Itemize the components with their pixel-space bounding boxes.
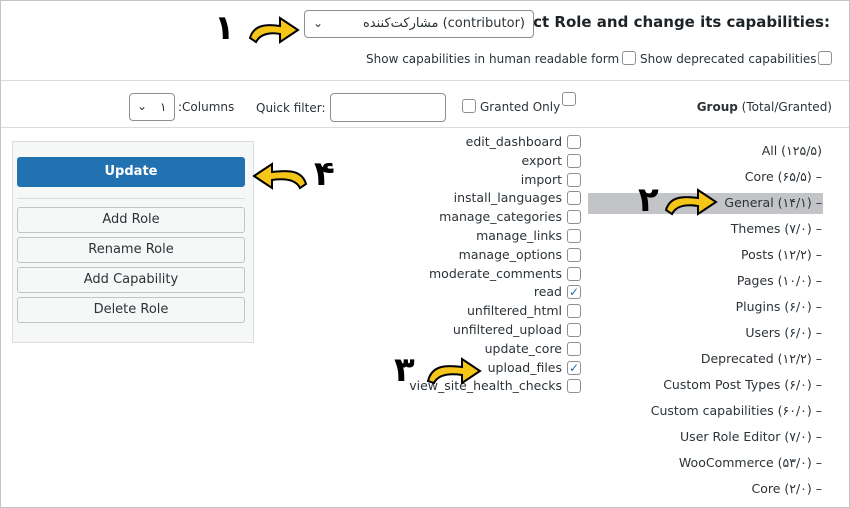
delete-role-button[interactable]: Delete Role [17,297,245,323]
arrow-icon [426,357,482,385]
capability-label: upload_files [487,359,562,375]
capability-checkbox[interactable] [567,229,581,243]
capability-checkbox[interactable] [567,172,581,187]
group-label-bold: Group [696,100,738,114]
capability-checkbox[interactable] [567,304,581,319]
add-capability-button[interactable]: Add Capability [17,267,245,293]
capability-checkbox[interactable] [567,379,581,394]
rename-role-button[interactable]: Rename Role [17,237,245,263]
group-item[interactable]: Pages (۱۰/۰) – [737,273,822,288]
capability-label: read [533,284,562,300]
role-select[interactable]: ⌄ مشارکت‌کننده (contributor) [304,10,534,38]
show-deprecated-label: Show deprecated capabilities [640,52,817,66]
granted-only-label: Granted Only [480,100,561,114]
granted-only-extra-checkbox[interactable] [562,92,576,106]
capability-checkbox[interactable] [567,135,581,149]
capability-label: install_languages [453,190,562,206]
group-item[interactable]: User Role Editor (۷/۰) – [680,429,822,444]
group-item[interactable]: Core (۶۵/۵) – [745,169,822,184]
role-select-value: مشارکت‌کننده (contributor) [363,16,525,31]
columns-select[interactable]: ⌄ ۱ [129,93,175,121]
arrow-icon [664,188,718,216]
columns-value: ۱ [160,100,167,114]
capability-checkbox[interactable] [567,323,581,337]
group-item[interactable]: Themes (۷/۰) – [731,221,822,236]
group-label-rest: (Total/Granted) [737,100,832,114]
capability-label: manage_categories [439,209,562,225]
group-column-header: Group (Total/Granted) [697,100,832,114]
capability-checkbox[interactable] [567,210,581,225]
capability-label: unfiltered_html [467,303,562,319]
capability-label: manage_options [458,246,562,262]
show-deprecated-checkbox[interactable] [818,51,832,65]
group-item[interactable]: Core (۲/۰) – [751,481,822,496]
page-title: Select Role and change its capabilities: [496,13,830,31]
group-item[interactable]: Custom capabilities (۶۰/۰) – [651,403,822,418]
group-item[interactable]: Deprecated (۱۲/۲) – [701,351,822,366]
group-item[interactable]: General (۱۴/۱) – [724,195,822,210]
header-divider [1,80,849,81]
capability-label: unfiltered_upload [452,322,562,337]
capability-label: update_core [484,340,562,356]
group-item[interactable]: Posts (۱۲/۲) – [741,247,822,262]
columns-label: Columns: [178,100,235,114]
annotation-number-1: ۱ [214,8,235,48]
group-item[interactable]: All (۱۲۵/۵) [762,143,822,158]
capability-label: moderate_comments [429,265,562,281]
update-button[interactable]: Update [17,157,245,187]
quick-filter-input[interactable] [330,93,446,122]
add-role-button[interactable]: Add Role [17,207,245,233]
annotation-number-3: ۳ [394,350,415,390]
human-readable-checkbox[interactable] [622,51,636,65]
capability-checkbox[interactable] [567,266,581,281]
annotation-number-4: ۴ [314,154,335,194]
arrow-icon [252,162,308,190]
chevron-down-icon: ⌄ [137,99,148,113]
panel-divider [17,198,245,199]
capability-checkbox[interactable] [567,247,581,262]
capability-label: export [521,152,563,168]
capability-checkbox[interactable] [567,153,581,168]
capability-checkbox[interactable]: ✓ [567,360,581,375]
group-item[interactable]: Custom Post Types (۶/۰) – [663,377,822,392]
annotation-number-2: ۲ [638,180,659,220]
chevron-down-icon: ⌄ [313,16,324,30]
capability-label: manage_links [476,228,562,243]
toolbar-divider [1,127,849,128]
arrow-icon [248,16,300,44]
group-item[interactable]: WooCommerce (۵۳/۰) – [679,455,822,470]
group-item[interactable]: Users (۶/۰) – [745,325,822,340]
granted-only-checkbox[interactable] [462,99,476,113]
capability-checkbox[interactable] [567,191,581,206]
capability-checkbox[interactable]: ✓ [567,285,581,300]
quick-filter-label: Quick filter: [256,101,326,115]
capability-label: import [520,171,562,187]
capability-label: edit_dashboard [465,134,562,149]
group-item[interactable]: Plugins (۶/۰) – [736,299,822,314]
human-readable-label: Show capabilities in human readable form [366,52,620,66]
capability-checkbox[interactable] [567,341,581,356]
